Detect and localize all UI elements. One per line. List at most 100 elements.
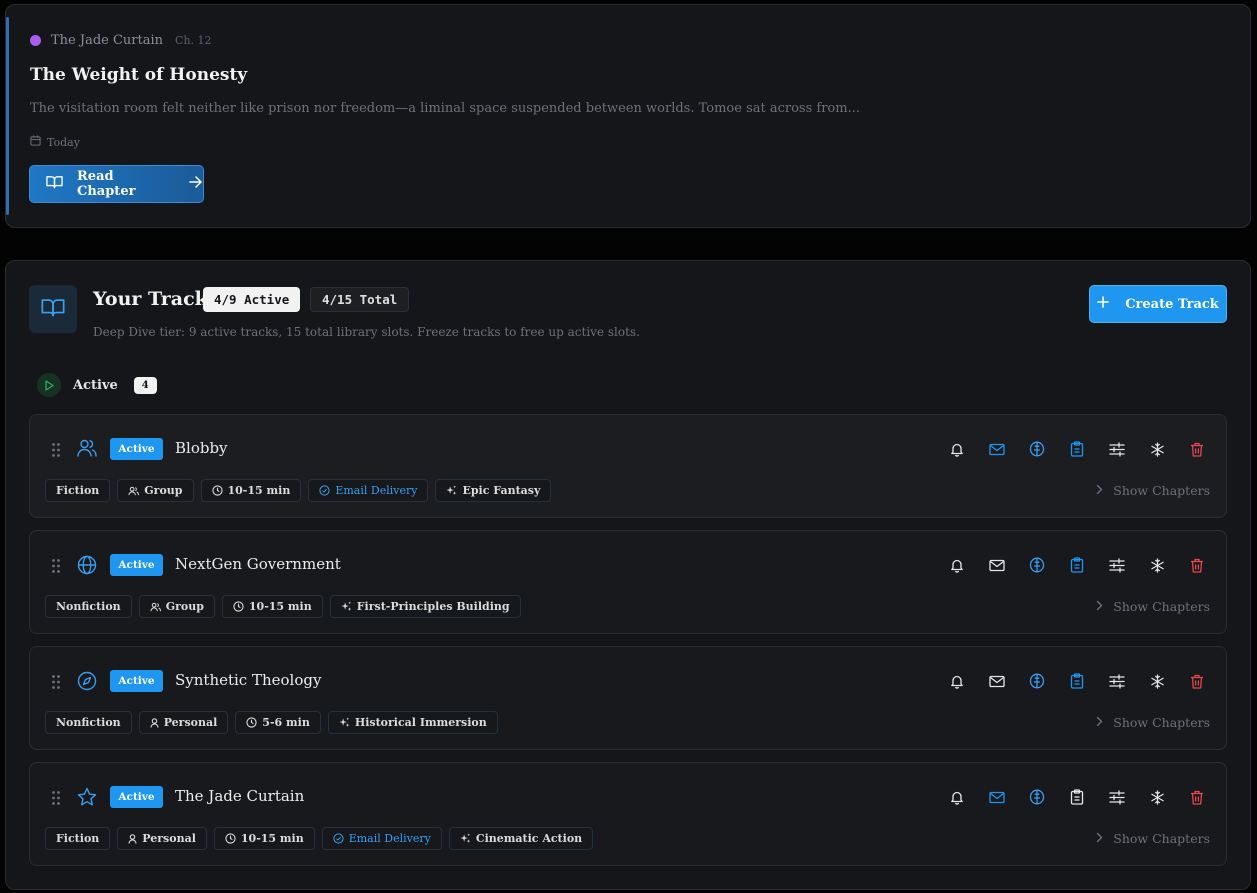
snowflake-icon[interactable] [1148, 556, 1166, 574]
status-badge: Active [110, 670, 163, 692]
track-name[interactable]: Blobby [175, 439, 228, 457]
create-track-label: Create Track [1125, 296, 1219, 312]
show-chapters-button[interactable]: Show Chapters [1096, 831, 1210, 846]
tag-text: Nonfiction [56, 716, 121, 729]
trash-icon[interactable] [1188, 440, 1206, 458]
compass-icon [77, 671, 97, 695]
tag-genre: Nonfiction [45, 595, 132, 618]
calendar-icon [30, 135, 41, 149]
active-count-badge: 4/9 Active [203, 287, 301, 312]
clock-icon [211, 485, 223, 496]
read-chapter-label: Read Chapter [77, 169, 136, 199]
tag-delivery: Email Delivery [308, 479, 429, 502]
status-badge: Active [110, 438, 163, 460]
active-section-header[interactable]: Active 4 [37, 373, 157, 397]
track-row: Active The Jade Curtain Fiction Personal… [29, 762, 1227, 866]
clipboard-icon[interactable] [1068, 788, 1086, 806]
clipboard-icon[interactable] [1068, 556, 1086, 574]
snowflake-icon[interactable] [1148, 788, 1166, 806]
sliders-icon[interactable] [1108, 556, 1126, 574]
clock-icon [225, 833, 236, 844]
tag-style: Historical Immersion [327, 711, 498, 734]
brain-icon[interactable] [1028, 788, 1046, 806]
read-chapter-button[interactable]: Read Chapter [29, 165, 204, 203]
bell-icon[interactable] [948, 556, 966, 574]
sparkles-icon [460, 833, 471, 844]
tag-genre: Nonfiction [45, 711, 132, 734]
trash-icon[interactable] [1188, 788, 1206, 806]
user-icon [150, 602, 161, 612]
user-icon [128, 486, 140, 496]
sliders-icon[interactable] [1108, 788, 1126, 806]
sparkles-icon [446, 485, 457, 496]
mail-icon[interactable] [988, 788, 1006, 806]
show-chapters-label: Show Chapters [1113, 831, 1210, 846]
bell-icon[interactable] [948, 788, 966, 806]
drag-handle-icon[interactable] [52, 558, 60, 577]
bell-icon[interactable] [948, 440, 966, 458]
active-section-label: Active [73, 377, 118, 393]
track-name[interactable]: NextGen Government [175, 555, 341, 573]
active-section-count: 4 [133, 376, 157, 394]
tag-text: Group [165, 600, 204, 613]
sliders-icon[interactable] [1108, 672, 1126, 690]
chevron-right-icon [1096, 483, 1103, 498]
check-circle-icon [319, 485, 330, 496]
series-color-dot [30, 35, 41, 46]
mail-icon[interactable] [988, 556, 1006, 574]
track-name[interactable]: The Jade Curtain [175, 787, 304, 805]
tracks-subtitle: Deep Dive tier: 9 active tracks, 15 tota… [93, 325, 640, 339]
tag-length: 5-6 min [235, 711, 321, 734]
show-chapters-button[interactable]: Show Chapters [1096, 599, 1210, 614]
track-tags: Nonfiction Group 10-15 min First-Principles… [45, 595, 521, 618]
chapter-number: Ch. 12 [175, 34, 212, 47]
brain-icon[interactable] [1028, 440, 1046, 458]
tracks-panel: Your Tracks 4/9 Active 4/15 Total Deep D… [5, 260, 1251, 890]
tag-text: Email Delivery [335, 484, 418, 497]
tag-audience: Group [138, 595, 215, 618]
tag-text: Fiction [56, 484, 100, 497]
clipboard-icon[interactable] [1068, 440, 1086, 458]
tag-text: Personal [163, 716, 218, 729]
tag-text: Group [144, 484, 183, 497]
tag-text: 10-15 min [227, 484, 291, 497]
snowflake-icon[interactable] [1148, 672, 1166, 690]
latest-chapter-card: The Jade Curtain Ch. 12 The Weight of Ho… [5, 4, 1251, 228]
chapter-date-text: Today [47, 135, 80, 149]
status-badge: Active [110, 786, 163, 808]
tag-length: 10-15 min [213, 827, 315, 850]
bell-icon[interactable] [948, 672, 966, 690]
show-chapters-button[interactable]: Show Chapters [1096, 483, 1210, 498]
status-badge: Active [110, 554, 163, 576]
chapter-date: Today [30, 135, 80, 149]
snowflake-icon[interactable] [1148, 440, 1166, 458]
create-track-button[interactable]: Create Track [1089, 285, 1227, 323]
show-chapters-label: Show Chapters [1113, 715, 1210, 730]
sliders-icon[interactable] [1108, 440, 1126, 458]
clipboard-icon[interactable] [1068, 672, 1086, 690]
show-chapters-button[interactable]: Show Chapters [1096, 715, 1210, 730]
mail-icon[interactable] [988, 672, 1006, 690]
chevron-right-icon [1096, 599, 1103, 614]
tag-audience: Personal [117, 827, 207, 850]
show-chapters-label: Show Chapters [1113, 599, 1210, 614]
tag-genre: Fiction [45, 827, 111, 850]
tag-text: 10-15 min [240, 832, 304, 845]
trash-icon[interactable] [1188, 672, 1206, 690]
track-tags: Fiction Personal 10-15 min Email Delivery Ci… [45, 827, 594, 850]
track-name[interactable]: Synthetic Theology [175, 671, 321, 689]
brain-icon[interactable] [1028, 672, 1046, 690]
drag-handle-icon[interactable] [52, 790, 60, 809]
trash-icon[interactable] [1188, 556, 1206, 574]
drag-handle-icon[interactable] [52, 442, 60, 461]
users-icon [77, 439, 97, 461]
user-icon [150, 717, 159, 728]
track-actions [948, 440, 1206, 458]
mail-icon[interactable] [988, 440, 1006, 458]
plus-icon [1097, 296, 1109, 312]
brain-icon[interactable] [1028, 556, 1046, 574]
tag-length: 10-15 min [200, 479, 302, 502]
drag-handle-icon[interactable] [52, 674, 60, 693]
tag-text: Cinematic Action [475, 832, 583, 845]
tag-text: Epic Fantasy [462, 484, 541, 497]
